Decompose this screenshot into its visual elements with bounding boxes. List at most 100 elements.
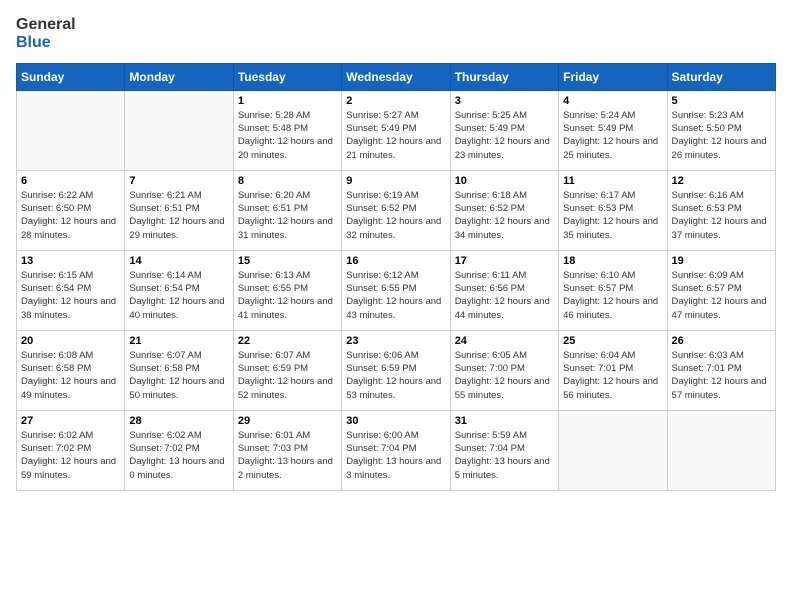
logo: GeneralBlue (16, 16, 76, 53)
calendar-cell: 27 Sunrise: 6:02 AMSunset: 7:02 PMDayligh… (17, 410, 125, 490)
day-info: Sunrise: 6:08 AMSunset: 6:58 PMDaylight:… (21, 349, 120, 402)
calendar-cell: 23 Sunrise: 6:06 AMSunset: 6:59 PMDayligh… (342, 330, 450, 410)
day-number: 20 (21, 335, 120, 347)
calendar-cell: 16Sunrise: 6:12 AMSunset: 6:55 PMDayligh… (342, 250, 450, 330)
day-info: Sunrise: 5:25 AMSunset: 5:49 PMDaylight:… (455, 109, 554, 162)
day-info: Sunrise: 6:06 AMSunset: 6:59 PMDaylight:… (346, 349, 445, 402)
header-cell-monday: Monday (125, 63, 233, 90)
day-number: 2 (346, 95, 445, 107)
calendar-cell: 6Sunrise: 6:22 AMSunset: 6:50 PMDaylight… (17, 170, 125, 250)
calendar-cell: 26 Sunrise: 6:03 AMSunset: 7:01 PMDayligh… (667, 330, 775, 410)
day-number: 12 (672, 175, 771, 187)
day-info: Sunrise: 6:13 AMSunset: 6:55 PMDaylight:… (238, 269, 337, 322)
calendar-cell: 25 Sunrise: 6:04 AMSunset: 7:01 PMDayligh… (559, 330, 667, 410)
calendar-week-4: 20 Sunrise: 6:08 AMSunset: 6:58 PMDayligh… (17, 330, 776, 410)
calendar-cell: 14 Sunrise: 6:14 AMSunset: 6:54 PMDayligh… (125, 250, 233, 330)
day-number: 11 (563, 175, 662, 187)
day-info: Sunrise: 6:11 AMSunset: 6:56 PMDaylight:… (455, 269, 554, 322)
calendar-week-2: 6Sunrise: 6:22 AMSunset: 6:50 PMDaylight… (17, 170, 776, 250)
day-number: 21 (129, 335, 228, 347)
day-info: Sunrise: 6:04 AMSunset: 7:01 PMDaylight:… (563, 349, 662, 402)
day-info: Sunrise: 6:02 AMSunset: 7:02 PMDaylight:… (21, 429, 120, 482)
calendar-cell: 19Sunrise: 6:09 AMSunset: 6:57 PMDayligh… (667, 250, 775, 330)
day-number: 15 (238, 255, 337, 267)
day-info: Sunrise: 5:59 AMSunset: 7:04 PMDaylight:… (455, 429, 554, 482)
day-number: 14 (129, 255, 228, 267)
day-info: Sunrise: 6:10 AMSunset: 6:57 PMDaylight:… (563, 269, 662, 322)
day-number: 16 (346, 255, 445, 267)
day-info: Sunrise: 6:16 AMSunset: 6:53 PMDaylight:… (672, 189, 771, 242)
calendar-cell: 11 Sunrise: 6:17 AMSunset: 6:53 PMDayligh… (559, 170, 667, 250)
day-number: 19 (672, 255, 771, 267)
header-cell-thursday: Thursday (450, 63, 558, 90)
day-number: 1 (238, 95, 337, 107)
day-info: Sunrise: 6:01 AMSunset: 7:03 PMDaylight:… (238, 429, 337, 482)
calendar-cell: 3 Sunrise: 5:25 AMSunset: 5:49 PMDaylight… (450, 90, 558, 170)
day-number: 23 (346, 335, 445, 347)
calendar-cell: 4Sunrise: 5:24 AMSunset: 5:49 PMDaylight… (559, 90, 667, 170)
calendar-cell: 30Sunrise: 6:00 AMSunset: 7:04 PMDayligh… (342, 410, 450, 490)
day-info: Sunrise: 6:14 AMSunset: 6:54 PMDaylight:… (129, 269, 228, 322)
day-info: Sunrise: 6:22 AMSunset: 6:50 PMDaylight:… (21, 189, 120, 242)
day-info: Sunrise: 5:28 AMSunset: 5:48 PMDaylight:… (238, 109, 337, 162)
day-number: 27 (21, 415, 120, 427)
day-info: Sunrise: 6:07 AMSunset: 6:58 PMDaylight:… (129, 349, 228, 402)
header-cell-friday: Friday (559, 63, 667, 90)
header-cell-wednesday: Wednesday (342, 63, 450, 90)
calendar-cell: 17 Sunrise: 6:11 AMSunset: 6:56 PMDayligh… (450, 250, 558, 330)
calendar-cell (667, 410, 775, 490)
day-info: Sunrise: 6:05 AMSunset: 7:00 PMDaylight:… (455, 349, 554, 402)
calendar-header-row: SundayMondayTuesdayWednesdayThursdayFrid… (17, 63, 776, 90)
calendar-cell (125, 90, 233, 170)
day-info: Sunrise: 6:17 AMSunset: 6:53 PMDaylight:… (563, 189, 662, 242)
day-info: Sunrise: 5:23 AMSunset: 5:50 PMDaylight:… (672, 109, 771, 162)
day-number: 5 (672, 95, 771, 107)
header-cell-saturday: Saturday (667, 63, 775, 90)
calendar-cell: 15 Sunrise: 6:13 AMSunset: 6:55 PMDayligh… (233, 250, 341, 330)
day-number: 24 (455, 335, 554, 347)
day-number: 13 (21, 255, 120, 267)
calendar-cell: 5 Sunrise: 5:23 AMSunset: 5:50 PMDaylight… (667, 90, 775, 170)
calendar-cell: 1 Sunrise: 5:28 AMSunset: 5:48 PMDaylight… (233, 90, 341, 170)
day-info: Sunrise: 6:19 AMSunset: 6:52 PMDaylight:… (346, 189, 445, 242)
day-number: 17 (455, 255, 554, 267)
calendar-cell: 10Sunrise: 6:18 AMSunset: 6:52 PMDayligh… (450, 170, 558, 250)
calendar-cell: 18Sunrise: 6:10 AMSunset: 6:57 PMDayligh… (559, 250, 667, 330)
calendar-cell: 7 Sunrise: 6:21 AMSunset: 6:51 PMDaylight… (125, 170, 233, 250)
day-info: Sunrise: 6:02 AMSunset: 7:02 PMDaylight:… (129, 429, 228, 482)
day-number: 26 (672, 335, 771, 347)
day-number: 28 (129, 415, 228, 427)
day-number: 31 (455, 415, 554, 427)
day-number: 10 (455, 175, 554, 187)
header-cell-sunday: Sunday (17, 63, 125, 90)
day-number: 8 (238, 175, 337, 187)
logo-general: General (16, 16, 76, 34)
calendar-cell (559, 410, 667, 490)
day-info: Sunrise: 6:15 AMSunset: 6:54 PMDaylight:… (21, 269, 120, 322)
logo-blue: Blue (16, 34, 76, 52)
calendar-cell: 12 Sunrise: 6:16 AMSunset: 6:53 PMDayligh… (667, 170, 775, 250)
calendar-week-1: 1 Sunrise: 5:28 AMSunset: 5:48 PMDaylight… (17, 90, 776, 170)
calendar-cell: 29 Sunrise: 6:01 AMSunset: 7:03 PMDayligh… (233, 410, 341, 490)
calendar-table: SundayMondayTuesdayWednesdayThursdayFrid… (16, 63, 776, 491)
day-number: 7 (129, 175, 228, 187)
day-info: Sunrise: 5:24 AMSunset: 5:49 PMDaylight:… (563, 109, 662, 162)
calendar-cell: 13 Sunrise: 6:15 AMSunset: 6:54 PMDayligh… (17, 250, 125, 330)
day-number: 25 (563, 335, 662, 347)
calendar-cell: 22Sunrise: 6:07 AMSunset: 6:59 PMDayligh… (233, 330, 341, 410)
header-cell-tuesday: Tuesday (233, 63, 341, 90)
calendar-cell: 9 Sunrise: 6:19 AMSunset: 6:52 PMDaylight… (342, 170, 450, 250)
calendar-cell: 21 Sunrise: 6:07 AMSunset: 6:58 PMDayligh… (125, 330, 233, 410)
calendar-cell: 28 Sunrise: 6:02 AMSunset: 7:02 PMDayligh… (125, 410, 233, 490)
calendar-cell: 31 Sunrise: 5:59 AMSunset: 7:04 PMDayligh… (450, 410, 558, 490)
calendar-body: 1 Sunrise: 5:28 AMSunset: 5:48 PMDaylight… (17, 90, 776, 490)
day-info: Sunrise: 5:27 AMSunset: 5:49 PMDaylight:… (346, 109, 445, 162)
day-info: Sunrise: 6:07 AMSunset: 6:59 PMDaylight:… (238, 349, 337, 402)
day-info: Sunrise: 6:21 AMSunset: 6:51 PMDaylight:… (129, 189, 228, 242)
day-info: Sunrise: 6:03 AMSunset: 7:01 PMDaylight:… (672, 349, 771, 402)
calendar-cell: 20 Sunrise: 6:08 AMSunset: 6:58 PMDayligh… (17, 330, 125, 410)
day-number: 9 (346, 175, 445, 187)
day-number: 3 (455, 95, 554, 107)
day-info: Sunrise: 6:20 AMSunset: 6:51 PMDaylight:… (238, 189, 337, 242)
day-number: 29 (238, 415, 337, 427)
